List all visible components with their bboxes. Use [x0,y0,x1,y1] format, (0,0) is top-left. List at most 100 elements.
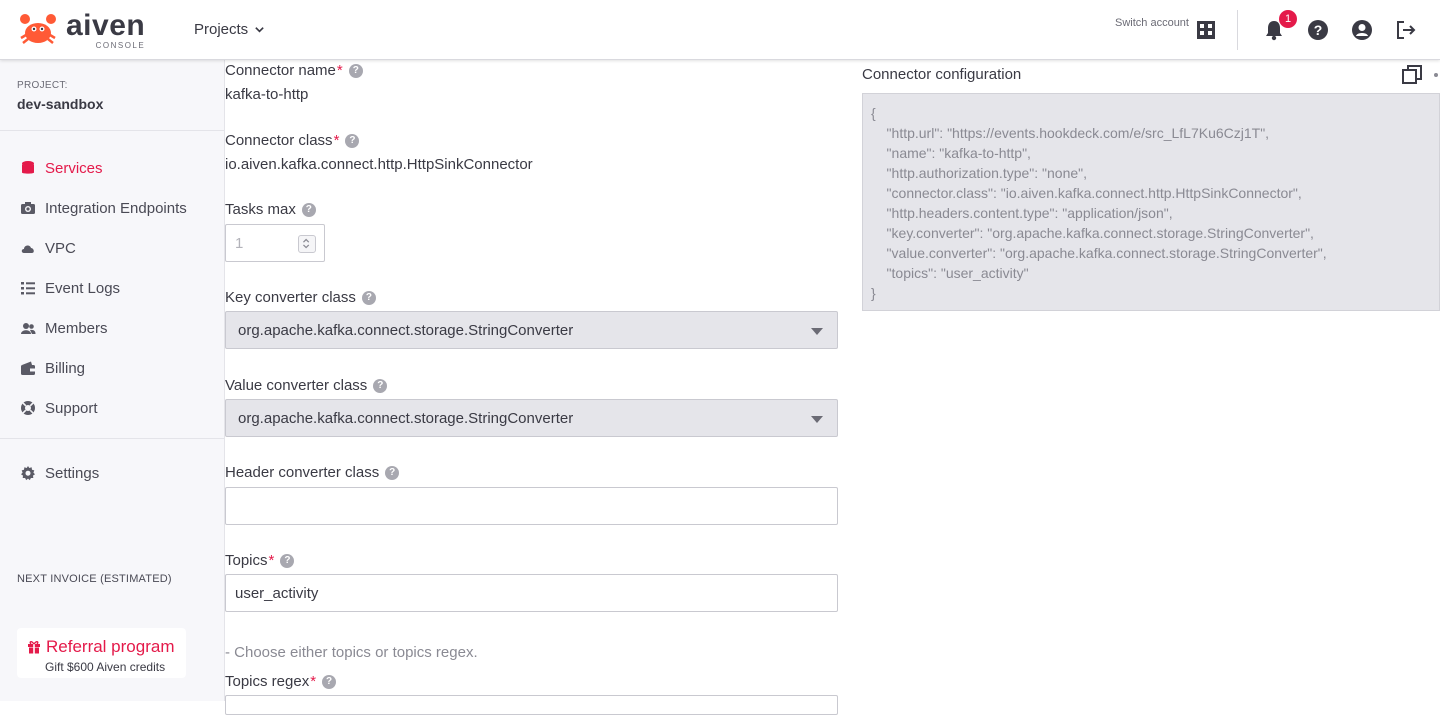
camera-icon [21,202,35,214]
required-marker: * [310,673,317,690]
connector-configuration-title: Connector configuration [862,66,1022,83]
key-converter-select[interactable]: org.apache.kafka.connect.storage.StringC… [225,311,838,349]
stepper-arrows-icon [303,238,310,249]
help-circle-icon[interactable]: ? [345,133,360,148]
switch-account-label[interactable]: Switch account [1115,17,1189,29]
config-line: { [871,105,876,121]
connector-class-label-text: Connector class [225,132,333,149]
header-converter-label-text: Header converter class [225,464,380,481]
required-marker: * [333,132,340,149]
sidebar-item-label: Integration Endpoints [45,199,187,217]
header-converter-label: Header converter class? [225,464,400,481]
next-invoice-label: NEXT INVOICE (ESTIMATED) [17,573,172,585]
chevron-down-icon [255,27,264,33]
config-line: } [871,285,876,301]
tasks-max-label-text: Tasks max [225,201,296,218]
sidebar-item-label: Event Logs [45,279,121,297]
topics-label: Topics *? [225,552,295,569]
sidebar-divider [0,438,225,439]
config-line: "topics": "user_activity" [871,265,1029,281]
user-icon[interactable] [1351,19,1373,41]
building-icon[interactable] [1195,19,1217,41]
projects-dropdown[interactable]: Projects [194,21,265,38]
header-divider [1237,10,1238,50]
sidebar-divider [0,130,225,131]
wallet-icon [21,361,35,375]
caret-down-icon [811,328,823,335]
help-circle-icon[interactable]: ? [280,553,295,568]
topics-regex-input[interactable] [225,695,838,715]
notification-badge: 1 [1279,10,1297,28]
value-converter-select[interactable]: org.apache.kafka.connect.storage.StringC… [225,399,838,437]
referral-subtitle: Gift $600 Aiven credits [45,660,166,674]
config-line: "key.converter": "org.apache.kafka.conne… [871,225,1314,241]
connector-name-label-text: Connector name [225,62,336,79]
sidebar-item-label: Support [45,399,98,417]
cloud-icon [21,245,34,253]
header-converter-input[interactable] [225,487,838,525]
tasks-max-placeholder: 1 [235,235,244,252]
sidebar-item-members[interactable]: Members [0,312,224,344]
help-circle-icon[interactable]: ? [322,674,337,689]
sidebar-item-support[interactable]: Support [0,392,224,424]
number-stepper[interactable] [298,235,316,253]
help-circle-icon[interactable]: ? [373,378,388,393]
config-line: "http.authorization.type": "none", [871,165,1088,181]
sidebar-item-label: Members [45,319,108,337]
copy-icon[interactable] [1401,64,1423,86]
help-icon[interactable]: ? [1307,19,1329,41]
logout-icon[interactable] [1395,19,1417,41]
sidebar-item-billing[interactable]: Billing [0,352,224,384]
logo-wordmark: aiven [66,9,146,42]
users-icon [21,323,36,334]
referral-program-card[interactable]: Referral program Gift $600 Aiven credits [17,628,186,678]
help-circle-icon[interactable]: ? [385,465,400,480]
sidebar-item-services[interactable]: Services [0,152,224,184]
svg-text:?: ? [1314,22,1323,38]
value-converter-value: org.apache.kafka.connect.storage.StringC… [238,410,574,427]
caret-down-icon [811,416,823,423]
help-circle-icon[interactable]: ? [361,290,376,305]
sidebar-item-vpc[interactable]: VPC [0,232,224,264]
connector-class-value: io.aiven.kafka.connect.http.HttpSinkConn… [225,156,533,173]
sidebar-item-integration-endpoints[interactable]: Integration Endpoints [0,192,224,224]
key-converter-value: org.apache.kafka.connect.storage.StringC… [238,322,574,339]
database-icon [22,161,34,174]
config-line: "http.url": "https://events.hookdeck.com… [871,125,1270,141]
sidebar-item-label: Billing [45,359,86,377]
more-options-icon[interactable] [1434,73,1438,77]
config-line: "http.headers.content.type": "applicatio… [871,205,1173,221]
top-bar: aiven CONSOLE Projects Switch account 1 … [0,0,1440,60]
project-name[interactable]: dev-sandbox [17,96,103,112]
topics-input[interactable]: user_activity [225,574,838,612]
gear-icon [21,466,35,481]
crab-logo-icon [20,14,56,44]
connector-name-label: Connector name *? [225,62,363,79]
sidebar-item-label: Settings [45,464,100,482]
gift-icon [28,641,40,654]
sidebar-item-event-logs[interactable]: Event Logs [0,272,224,304]
aiven-logo[interactable]: aiven CONSOLE [18,10,145,52]
logo-subtitle: CONSOLE [95,41,146,50]
tasks-max-input[interactable]: 1 [225,224,325,262]
help-circle-icon[interactable]: ? [348,63,363,78]
list-icon [21,282,35,295]
sidebar-item-label: Services [45,159,103,177]
projects-label: Projects [194,21,249,38]
required-marker: * [268,552,275,569]
topics-hint: - Choose either topics or topics regex. [225,644,478,661]
tasks-max-label: Tasks max? [225,201,316,218]
topics-regex-label-text: Topics regex [225,673,310,690]
connector-class-label: Connector class *? [225,132,360,149]
topics-label-text: Topics [225,552,268,569]
help-circle-icon[interactable]: ? [301,202,316,217]
value-converter-label-text: Value converter class [225,377,368,394]
connector-configuration-json: { "http.url": "https://events.hookdeck.c… [862,93,1440,311]
config-line: "value.converter": "org.apache.kafka.con… [871,245,1327,261]
sidebar-item-settings[interactable]: Settings [0,457,224,489]
config-line: "connector.class": "io.aiven.kafka.conne… [871,185,1302,201]
sidebar-item-label: VPC [45,239,76,257]
topics-value: user_activity [235,585,319,602]
config-line: "name": "kafka-to-http", [871,145,1031,161]
required-marker: * [336,62,343,79]
